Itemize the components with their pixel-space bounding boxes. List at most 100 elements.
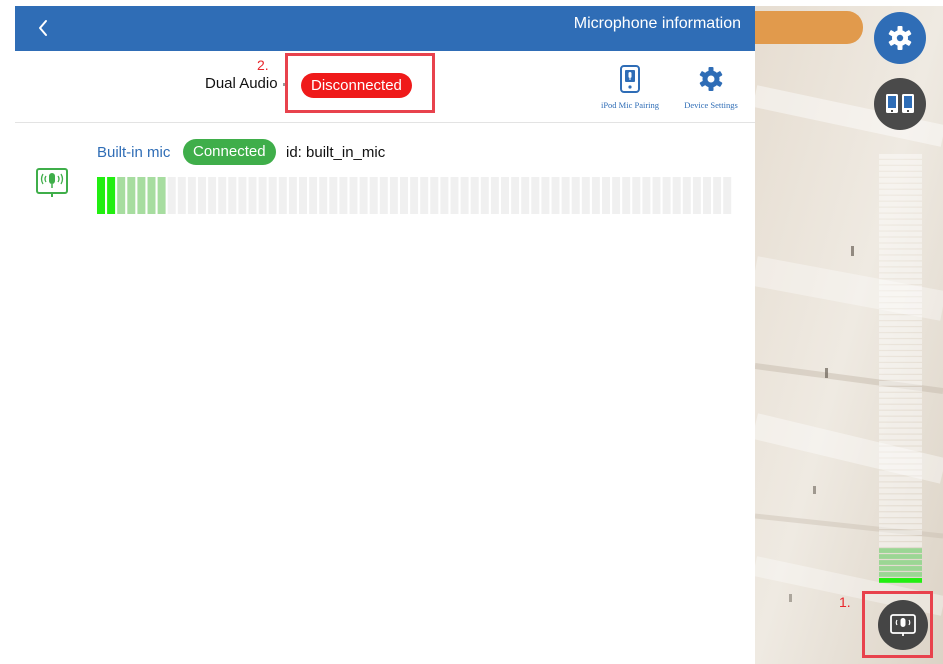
vu-segment <box>879 327 922 332</box>
vu-segment <box>879 255 922 261</box>
meter-segment <box>329 177 338 214</box>
annotation-label-2: 2. <box>257 57 269 73</box>
vu-segment <box>879 572 922 577</box>
meter-segment <box>622 177 631 214</box>
vu-segment <box>879 207 922 213</box>
vu-segment <box>879 243 922 249</box>
vu-segment <box>879 159 922 165</box>
vu-segment <box>879 536 922 541</box>
meter-segment <box>521 177 530 214</box>
vu-segment <box>879 357 922 362</box>
meter-segment <box>157 177 166 214</box>
vu-segment <box>879 219 922 225</box>
meter-segment <box>672 177 681 214</box>
dual-pair-button[interactable] <box>874 78 926 130</box>
vu-segment <box>879 195 922 201</box>
camera-status-bar <box>755 11 863 44</box>
meter-segment <box>713 177 722 214</box>
vu-segment <box>879 512 922 518</box>
meter-segment <box>682 177 691 214</box>
device-settings-label: Device Settings <box>684 100 738 110</box>
camera-preview <box>755 6 943 664</box>
mic-source-icon <box>890 614 916 636</box>
vu-segment <box>879 416 922 422</box>
meter-segment <box>581 177 590 214</box>
mic-connection-status: Connected <box>183 139 276 165</box>
meter-segment <box>137 177 146 214</box>
vu-segment <box>879 482 922 488</box>
mic-source-button[interactable] <box>878 600 928 650</box>
dual-audio-row: Dual Audio Disconnected iPod Mic Pairing <box>15 51 755 123</box>
vu-segment <box>879 476 922 482</box>
vu-segment <box>879 554 922 559</box>
vu-segment <box>879 500 922 506</box>
vu-segment <box>879 560 922 565</box>
vu-segment <box>879 315 922 321</box>
meter-segment <box>531 177 540 214</box>
meter-segment <box>450 177 459 214</box>
meter-segment <box>480 177 489 214</box>
separator-dash <box>283 83 287 86</box>
vu-segment <box>879 309 922 315</box>
meter-segment <box>490 177 499 214</box>
vu-segment <box>879 261 922 267</box>
vu-segment <box>879 333 922 338</box>
back-button[interactable] <box>29 13 59 43</box>
meter-segment <box>198 177 206 214</box>
meter-segment <box>97 177 105 214</box>
vu-segment <box>879 566 922 571</box>
vu-segment <box>879 231 922 237</box>
meter-segment <box>571 177 580 214</box>
meter-segment <box>632 177 641 214</box>
meter-segment <box>602 177 610 214</box>
meter-segment <box>359 177 368 214</box>
meter-segment <box>268 177 277 214</box>
meter-segment <box>147 177 156 214</box>
mic-id: id: built_in_mic <box>286 144 386 161</box>
meter-segment <box>288 177 297 214</box>
camera-settings-button[interactable] <box>874 12 926 64</box>
meter-segment <box>460 177 469 214</box>
page-title: Microphone information <box>573 15 741 32</box>
vu-segment <box>879 410 922 416</box>
meter-segment <box>389 177 398 214</box>
meter-segment <box>501 177 509 214</box>
vu-segment <box>879 440 922 446</box>
vu-segment <box>879 339 922 344</box>
meter-segment <box>420 177 429 214</box>
vu-segment <box>879 374 922 380</box>
meter-segment <box>208 177 217 214</box>
vu-segment <box>879 154 922 159</box>
dual-audio-status: Disconnected <box>301 73 412 98</box>
vu-segment <box>879 548 922 553</box>
device-settings-button[interactable]: Device Settings <box>675 65 747 110</box>
meter-segment <box>470 177 479 214</box>
ipod-mic-pairing-button[interactable]: iPod Mic Pairing <box>597 65 663 110</box>
meter-segment <box>167 177 176 214</box>
meter-segment <box>218 177 227 214</box>
meter-segment <box>692 177 701 214</box>
meter-segment <box>410 177 419 214</box>
meter-segment <box>703 177 711 214</box>
vu-segment <box>879 446 922 452</box>
mic-name: Built-in mic <box>97 144 171 161</box>
meter-segment <box>400 177 408 214</box>
vu-segment <box>879 267 922 273</box>
gear-icon <box>888 26 912 50</box>
vu-segment <box>879 225 922 231</box>
vu-segment <box>879 398 922 404</box>
vu-segment <box>879 321 922 326</box>
vu-segment <box>879 213 922 219</box>
vu-segment <box>879 458 922 464</box>
vu-segment <box>879 177 922 183</box>
vu-segment <box>879 351 922 356</box>
vu-segment <box>879 464 922 470</box>
vu-segment <box>879 165 922 171</box>
mic-source-icon <box>35 165 69 199</box>
meter-segment <box>723 177 732 214</box>
vu-segment <box>879 488 922 494</box>
vu-segment <box>879 285 922 291</box>
meter-segment <box>379 177 388 214</box>
meter-segment <box>541 177 550 214</box>
meter-segment <box>107 177 116 214</box>
